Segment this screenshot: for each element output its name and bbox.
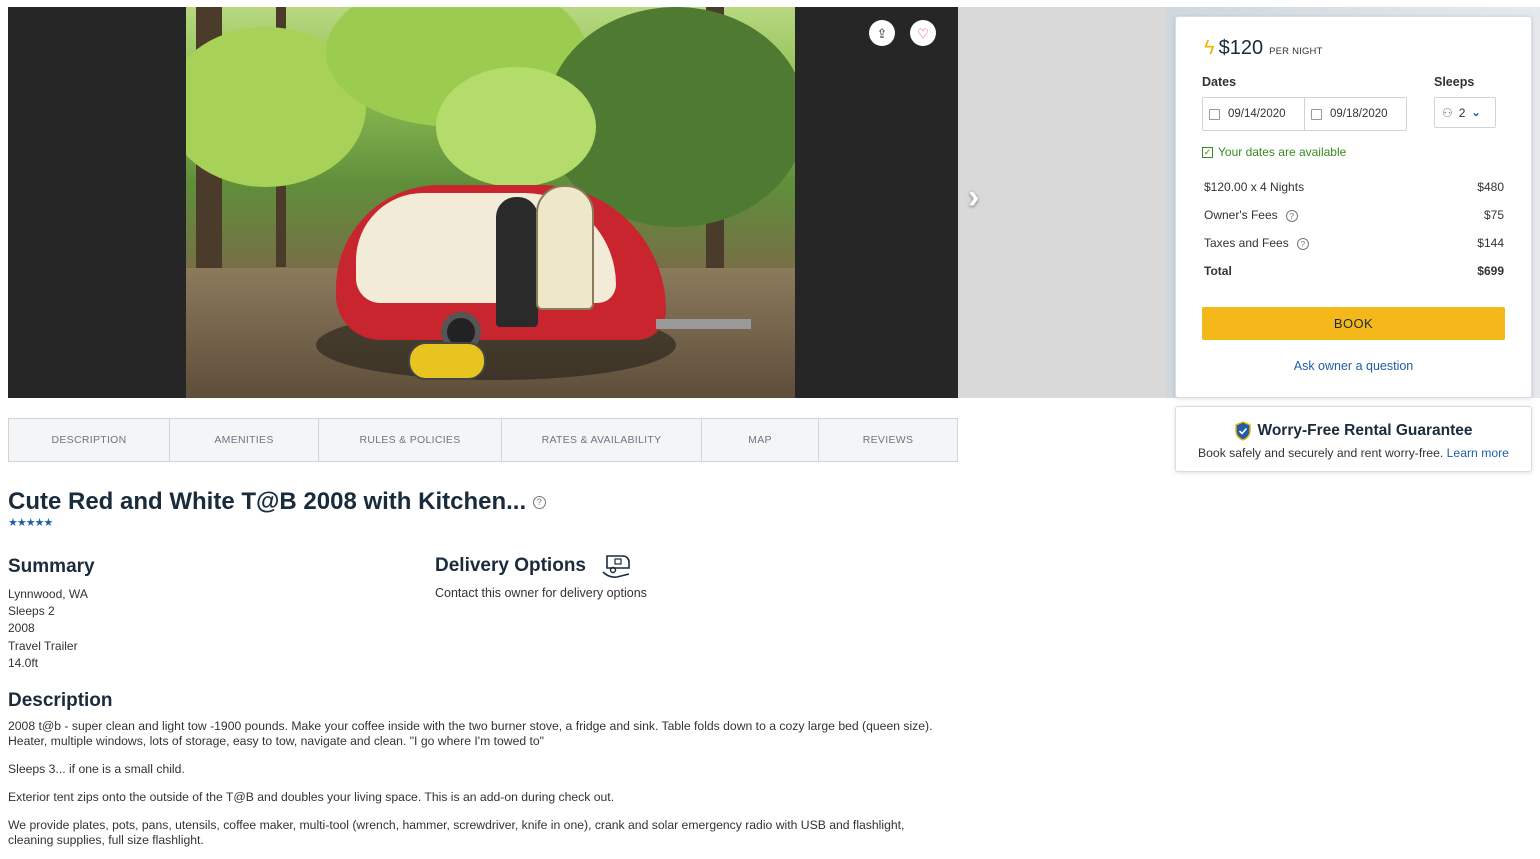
sleeps-select[interactable]: ⚇ 2 ⌄ <box>1434 97 1496 128</box>
summary-length: 14.0ft <box>8 655 39 670</box>
rating-stars: ★★★★★ <box>8 517 53 529</box>
listing-photo[interactable] <box>186 7 795 398</box>
start-date-field[interactable]: 09/14/2020 <box>1203 98 1305 130</box>
share-icon: ⇪ <box>876 25 888 41</box>
total-label: Total <box>1204 264 1232 278</box>
share-button[interactable]: ⇪ <box>869 20 895 46</box>
fee-value: $144 <box>1477 236 1504 250</box>
description-paragraph: 2008 t@b - super clean and light tow -19… <box>8 719 933 748</box>
tab-reviews[interactable]: REVIEWS <box>819 419 957 461</box>
guarantee-title: Worry-Free Rental Guarantee <box>1176 421 1531 441</box>
delivery-trailer-icon <box>602 555 631 578</box>
fee-value: $75 <box>1483 208 1504 222</box>
delivery-text: Contact this owner for delivery options <box>435 586 647 600</box>
guarantee-card: Worry-Free Rental Guarantee Book safely … <box>1175 406 1532 472</box>
guarantee-title-text: Worry-Free Rental Guarantee <box>1257 422 1473 439</box>
summary-type: Travel Trailer <box>8 638 78 653</box>
chevron-down-icon: ⌄ <box>1471 107 1481 119</box>
description-paragraph: Exterior tent zips onto the outside of t… <box>8 790 615 804</box>
description-heading: Description <box>8 690 113 711</box>
delivery-heading: Delivery Options <box>435 552 647 580</box>
per-night-label: PER NIGHT <box>1269 46 1323 57</box>
total-value: $699 <box>1477 264 1504 278</box>
fee-value: $480 <box>1477 180 1504 194</box>
summary-heading: Summary <box>8 556 95 577</box>
tab-amenities[interactable]: AMENITIES <box>170 419 319 461</box>
fee-row-total: Total $699 <box>1204 264 1504 278</box>
tab-map[interactable]: MAP <box>702 419 819 461</box>
listing-title: Cute Red and White T@B 2008 with Kitchen… <box>8 488 527 515</box>
start-date-value: 09/14/2020 <box>1228 108 1286 120</box>
summary-year: 2008 <box>8 621 35 636</box>
tab-rules-policies[interactable]: RULES & POLICIES <box>319 419 502 461</box>
fee-label: Taxes and Fees <box>1204 236 1289 250</box>
fee-row-owner: Owner's Fees? $75 <box>1204 208 1504 222</box>
section-tabs: DESCRIPTION AMENITIES RULES & POLICIES R… <box>8 418 958 462</box>
availability-text: Your dates are available <box>1218 145 1347 159</box>
tab-rates-availability[interactable]: RATES & AVAILABILITY <box>502 419 702 461</box>
chevron-right-icon[interactable]: › <box>968 178 979 217</box>
summary-sleeps: Sleeps 2 <box>8 604 55 619</box>
booking-card: ϟ $120 PER NIGHT Dates Sleeps 09/14/2020… <box>1175 16 1532 398</box>
page-title: Cute Red and White T@B 2008 with Kitchen… <box>8 488 546 516</box>
guarantee-body: Book safely and securely and rent worry-… <box>1198 446 1444 460</box>
delivery-section: Delivery Options Contact this owner for … <box>435 552 647 600</box>
availability-status: ✓ Your dates are available <box>1202 145 1346 159</box>
guests-icon: ⚇ <box>1442 105 1453 120</box>
description-paragraph: We provide plates, pots, pans, utensils,… <box>8 818 905 847</box>
shield-icon <box>1235 421 1252 441</box>
calendar-icon <box>1311 108 1322 120</box>
help-icon[interactable]: ? <box>1296 238 1309 250</box>
end-date-field[interactable]: 09/18/2020 <box>1305 98 1406 130</box>
fee-row-taxes: Taxes and Fees? $144 <box>1204 236 1504 250</box>
next-photo-preview <box>958 7 1168 398</box>
description-paragraph: Sleeps 3... if one is a small child. <box>8 762 185 776</box>
end-date-value: 09/18/2020 <box>1330 108 1388 120</box>
heart-icon: ♡ <box>917 25 929 41</box>
guarantee-text: Book safely and securely and rent worry-… <box>1176 446 1531 460</box>
nightly-price: $120 <box>1218 37 1264 59</box>
lightning-icon: ϟ <box>1204 37 1215 59</box>
tab-description[interactable]: DESCRIPTION <box>9 419 170 461</box>
calendar-icon <box>1209 108 1220 120</box>
summary-section: Summary Lynnwood, WA Sleeps 2 2008 Trave… <box>8 556 95 672</box>
description-section: Description 2008 t@b - super clean and l… <box>8 690 953 848</box>
help-icon[interactable]: ? <box>1285 210 1298 222</box>
delivery-heading-text: Delivery Options <box>435 555 586 577</box>
check-icon: ✓ <box>1202 146 1213 158</box>
sleeps-value: 2 <box>1458 105 1466 120</box>
dates-label: Dates <box>1202 75 1237 89</box>
photo-gallery[interactable]: ⇪ ♡ <box>8 7 958 398</box>
sleeps-label: Sleeps <box>1434 75 1475 89</box>
date-range-picker: 09/14/2020 09/18/2020 <box>1202 97 1407 131</box>
summary-location: Lynnwood, WA <box>8 587 88 601</box>
book-button[interactable]: BOOK <box>1202 307 1505 340</box>
fee-row-nights: $120.00 x 4 Nights $480 <box>1204 180 1504 194</box>
fee-label: Owner's Fees <box>1204 208 1278 222</box>
price-row: ϟ $120 PER NIGHT <box>1204 37 1323 60</box>
fee-label: $120.00 x 4 Nights <box>1204 180 1305 194</box>
favorite-button[interactable]: ♡ <box>910 20 936 46</box>
help-icon[interactable]: ? <box>532 496 546 510</box>
learn-more-link[interactable]: Learn more <box>1447 446 1509 460</box>
ask-owner-link[interactable]: Ask owner a question <box>1176 359 1531 373</box>
